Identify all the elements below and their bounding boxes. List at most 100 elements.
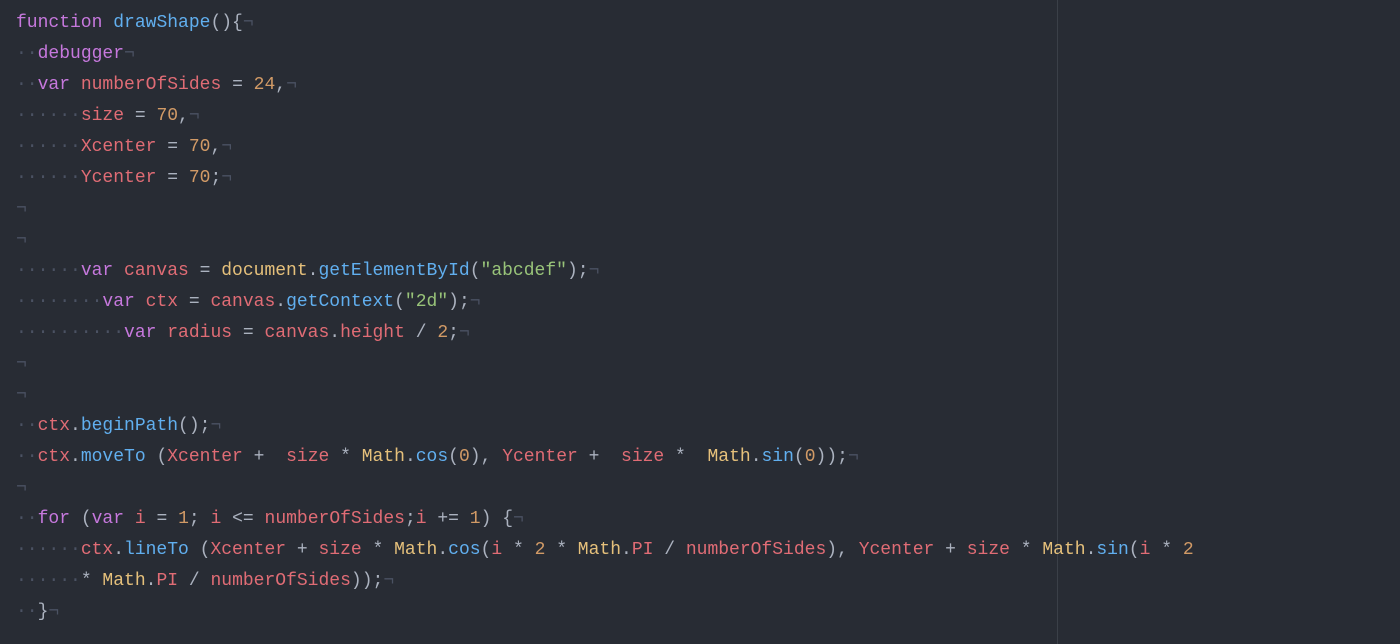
token-punct: . (329, 323, 340, 343)
token-punct: . (70, 447, 81, 467)
code-line[interactable]: ··ctx.moveTo (Xcenter + size * Math.cos(… (16, 442, 1384, 473)
token-punct: ( (70, 509, 92, 529)
token-ws: ·· (16, 416, 38, 436)
token-punct (113, 261, 124, 281)
token-punct: ( (1129, 540, 1140, 560)
code-line[interactable]: ¬ (16, 380, 1384, 411)
token-ret: ¬ (221, 168, 232, 188)
token-ws: ······ (16, 168, 81, 188)
token-punct: * (81, 571, 103, 591)
token-ret: ¬ (48, 602, 59, 622)
token-punct: ( (470, 261, 481, 281)
code-line[interactable]: ¬ (16, 473, 1384, 504)
token-num: 70 (189, 168, 211, 188)
token-punct: . (405, 447, 416, 467)
token-fn: lineTo (124, 540, 189, 560)
code-line[interactable]: ······size = 70,¬ (16, 101, 1384, 132)
token-var: canvas (264, 323, 329, 343)
token-punct: ), (826, 540, 858, 560)
token-punct: ( (189, 540, 211, 560)
token-punct: . (275, 292, 286, 312)
token-ws: ·········· (16, 323, 124, 343)
token-ws: ······ (16, 137, 81, 157)
code-line[interactable]: ······Ycenter = 70;¬ (16, 163, 1384, 194)
code-line[interactable]: ··ctx.beginPath();¬ (16, 411, 1384, 442)
token-punct: = (124, 106, 156, 126)
token-punct: * (664, 447, 707, 467)
code-line[interactable]: ······var canvas = document.getElementBy… (16, 256, 1384, 287)
token-num: 0 (805, 447, 816, 467)
token-punct: ); (567, 261, 589, 281)
code-line[interactable]: ··debugger¬ (16, 39, 1384, 70)
token-punct: . (621, 540, 632, 560)
code-line[interactable]: ······ctx.lineTo (Xcenter + size * Math.… (16, 535, 1384, 566)
token-kw: var (81, 261, 113, 281)
code-line[interactable]: ··}¬ (16, 597, 1384, 628)
token-punct: ; (405, 509, 416, 529)
token-fn: cos (448, 540, 480, 560)
token-fn: beginPath (81, 416, 178, 436)
token-punct: ( (146, 447, 168, 467)
token-punct (124, 509, 135, 529)
token-kw: var (38, 75, 70, 95)
token-var: i (416, 509, 427, 529)
token-ws: ········ (16, 292, 102, 312)
token-var: height (340, 323, 405, 343)
code-line[interactable]: ··········var radius = canvas.height / 2… (16, 318, 1384, 349)
token-punct: = (232, 323, 264, 343)
token-var: i (491, 540, 502, 560)
code-line[interactable]: ¬ (16, 225, 1384, 256)
token-ret: ¬ (16, 230, 27, 250)
token-punct: . (308, 261, 319, 281)
token-ws: ·· (16, 44, 38, 64)
token-punct: ) { (481, 509, 513, 529)
token-punct (70, 75, 81, 95)
token-num: 1 (470, 509, 481, 529)
token-punct: + (934, 540, 966, 560)
token-obj: Math (578, 540, 621, 560)
token-punct: ( (448, 447, 459, 467)
token-fn: getContext (286, 292, 394, 312)
token-var: radius (167, 323, 232, 343)
token-var: ctx (38, 416, 70, 436)
token-punct: = (189, 261, 221, 281)
code-line[interactable]: ··var numberOfSides = 24,¬ (16, 70, 1384, 101)
token-punct: ( (794, 447, 805, 467)
token-var: ctx (146, 292, 178, 312)
token-var: i (210, 509, 221, 529)
code-line[interactable]: ········var ctx = canvas.getContext("2d"… (16, 287, 1384, 318)
token-punct: (){ (210, 13, 242, 33)
token-punct: = (221, 75, 253, 95)
token-punct: = (156, 137, 188, 157)
token-punct: )); (351, 571, 383, 591)
token-num: 70 (156, 106, 178, 126)
code-line[interactable]: ··for (var i = 1; i <= numberOfSides;i +… (16, 504, 1384, 535)
code-line[interactable]: ¬ (16, 194, 1384, 225)
token-kw: for (38, 509, 70, 529)
token-var: numberOfSides (210, 571, 350, 591)
token-var: Xcenter (167, 447, 243, 467)
token-obj: Math (1042, 540, 1085, 560)
token-ret: ¬ (16, 385, 27, 405)
token-ret: ¬ (513, 509, 524, 529)
code-line[interactable]: function drawShape(){¬ (16, 8, 1384, 39)
token-var: Ycenter (81, 168, 157, 188)
token-ws: ·· (16, 602, 38, 622)
token-num: 24 (254, 75, 276, 95)
token-var: canvas (124, 261, 189, 281)
token-punct: = (146, 509, 178, 529)
token-fn: drawShape (113, 13, 210, 33)
code-line[interactable]: ······Xcenter = 70,¬ (16, 132, 1384, 163)
token-kw: var (124, 323, 156, 343)
token-var: numberOfSides (686, 540, 826, 560)
code-line[interactable]: ¬ (16, 349, 1384, 380)
token-punct: . (437, 540, 448, 560)
token-num: 2 (535, 540, 546, 560)
token-punct: * (502, 540, 534, 560)
code-editor[interactable]: function drawShape(){¬··debugger¬··var n… (0, 0, 1400, 636)
token-ret: ¬ (848, 447, 859, 467)
token-punct: ); (448, 292, 470, 312)
token-kw: function (16, 13, 102, 33)
token-punct: ; (189, 509, 211, 529)
code-line[interactable]: ······* Math.PI / numberOfSides));¬ (16, 566, 1384, 597)
